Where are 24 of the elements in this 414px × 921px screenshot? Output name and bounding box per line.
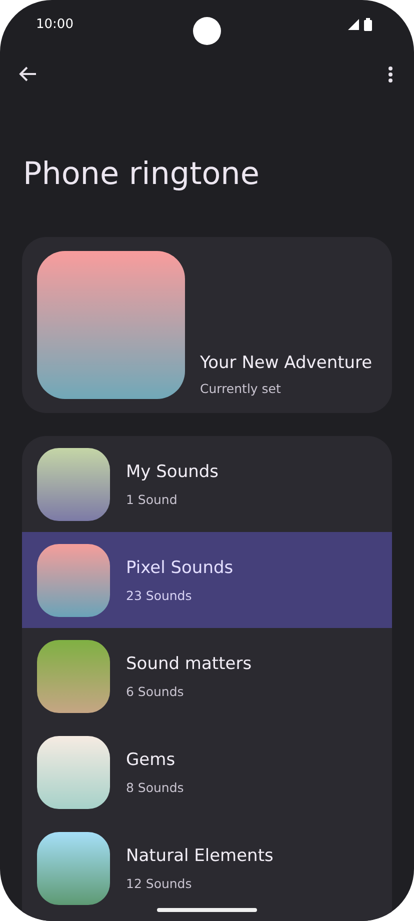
category-name: Gems <box>126 750 176 770</box>
sound-count: 8 Sounds <box>126 780 184 794</box>
ringtone-status: Currently set <box>200 381 282 396</box>
ringtone-name: Your New Adventure <box>200 353 372 373</box>
page-title: Phone ringtone <box>23 155 260 194</box>
category-name: Natural Elements <box>126 846 274 866</box>
category-item[interactable]: Sound matters 6 Sounds <box>22 628 392 724</box>
category-item[interactable]: My Sounds 1 Sound <box>22 436 392 532</box>
status-icons <box>348 18 374 30</box>
category-name: Sound matters <box>126 654 252 674</box>
sound-count: 12 Sounds <box>126 876 193 890</box>
back-arrow-icon <box>19 66 37 82</box>
category-item[interactable]: Gems 8 Sounds <box>22 724 392 820</box>
category-name: Pixel Sounds <box>126 558 234 578</box>
category-item[interactable]: Pixel Sounds 23 Sounds <box>22 532 392 628</box>
current-ringtone-card[interactable]: Your New Adventure Currently set <box>22 237 392 413</box>
camera-cutout <box>193 17 221 45</box>
category-name: My Sounds <box>126 462 219 482</box>
more-vertical-icon <box>388 66 392 82</box>
status-time: 10:00 <box>36 16 74 32</box>
sound-count: 1 Sound <box>126 492 178 506</box>
sound-count: 6 Sounds <box>126 684 185 698</box>
sound-count: 23 Sounds <box>126 588 193 602</box>
category-item[interactable]: Natural Elements 12 Sounds <box>22 820 392 916</box>
